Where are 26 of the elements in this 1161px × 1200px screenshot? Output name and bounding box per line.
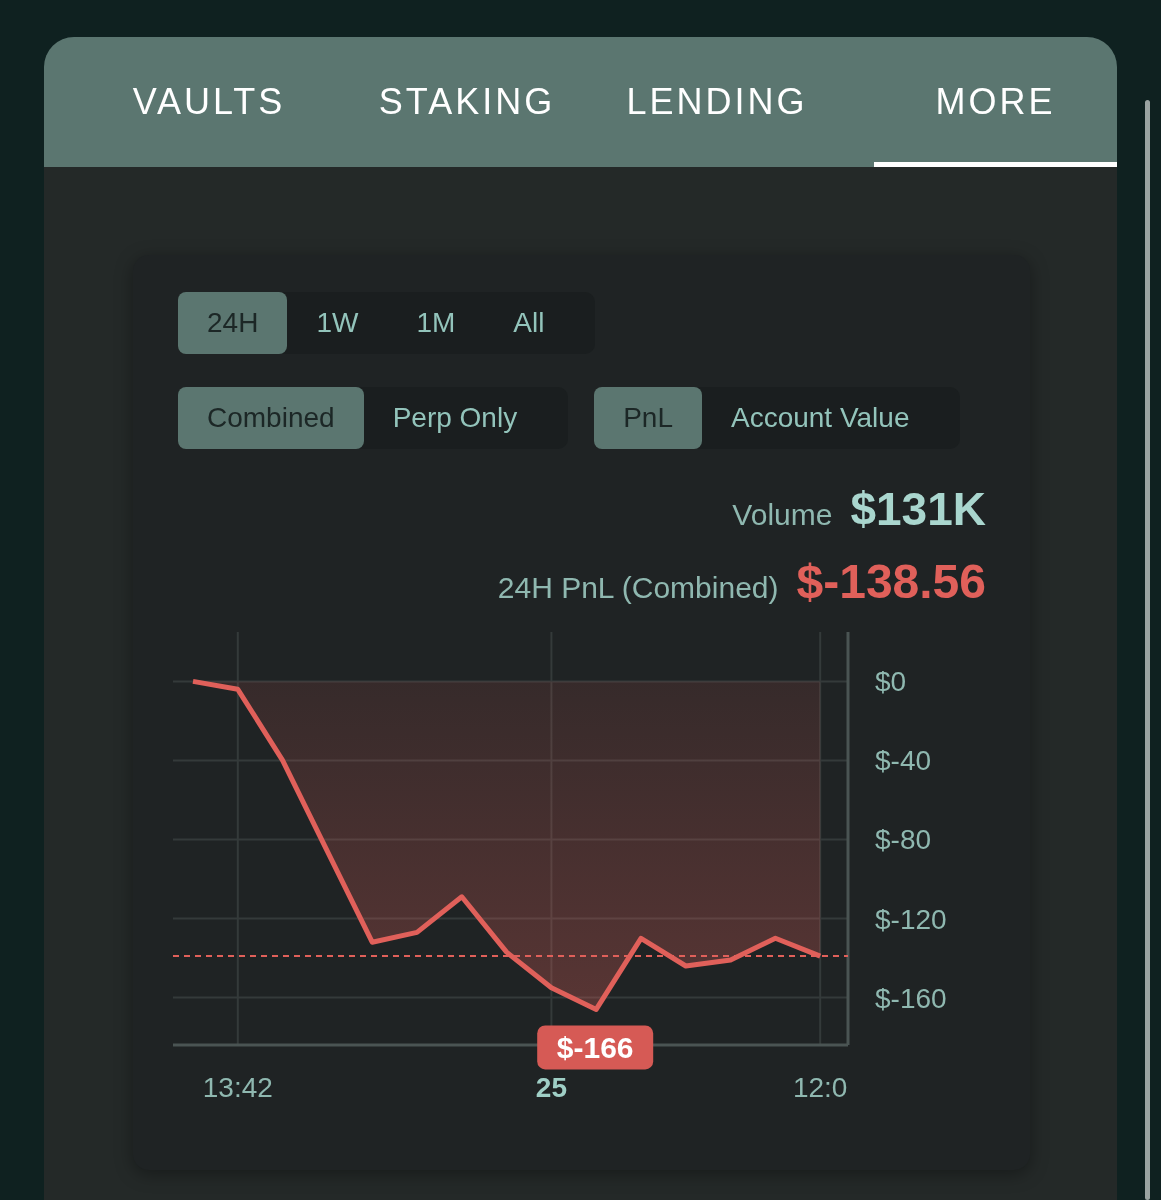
axis-label: 12:0: [792, 1072, 848, 1103]
toggle-button[interactable]: Combined: [178, 387, 364, 449]
pnl-value: $-138.56: [796, 554, 986, 609]
axis-label: $-40: [875, 745, 932, 777]
toggle-button[interactable]: Account Value: [701, 387, 939, 449]
nav-tab[interactable]: STAKING: [374, 37, 560, 167]
toggle-button[interactable]: Perp Only: [363, 387, 547, 449]
toggle-button[interactable]: 1M: [387, 292, 485, 354]
toggle-button[interactable]: PnL: [594, 387, 702, 449]
axis-label: 13:42: [202, 1072, 273, 1103]
axis-label: 25: [535, 1072, 567, 1103]
value-tooltip: $-166: [537, 1025, 654, 1070]
volume-value: $131K: [850, 482, 986, 536]
toggle-button[interactable]: All: [484, 292, 574, 354]
axis-label: $-160: [875, 982, 947, 1014]
pnl-label: 24H PnL (Combined): [497, 571, 779, 605]
nav-tab[interactable]: VAULTS: [44, 37, 374, 167]
nav-tab[interactable]: LENDING: [560, 37, 874, 167]
axis-label: $0: [875, 666, 907, 698]
scrollbar[interactable]: [1145, 100, 1150, 1200]
toggle-button[interactable]: 1W: [287, 292, 388, 354]
volume-label: Volume: [732, 498, 833, 532]
axis-label: $-120: [875, 903, 947, 935]
axis-label: $-80: [875, 824, 932, 856]
annotation: $-166: [556, 1031, 634, 1065]
toggle-button[interactable]: 24H: [178, 292, 288, 354]
